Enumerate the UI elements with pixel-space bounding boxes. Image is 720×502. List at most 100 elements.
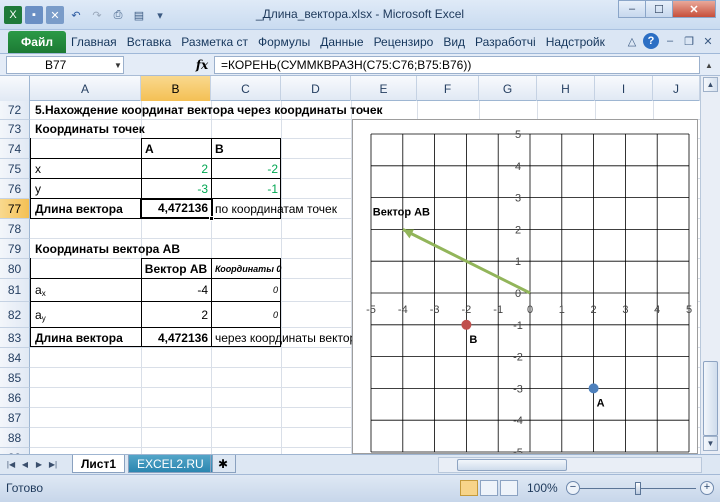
tab-file[interactable]: Файл — [8, 31, 66, 53]
row-header[interactable]: 85 — [0, 368, 30, 388]
vertical-scrollbar[interactable]: ▲ ▼ — [700, 76, 720, 454]
table-border — [30, 327, 281, 328]
scroll-down-icon[interactable]: ▼ — [703, 436, 718, 451]
row-header[interactable]: 72 — [0, 101, 30, 120]
close-button[interactable]: ✕ — [672, 0, 716, 18]
collapse-ribbon-icon[interactable]: △ — [624, 33, 640, 49]
tab-review[interactable]: Рецензиро — [369, 31, 439, 53]
horizontal-scrollbar[interactable] — [438, 457, 702, 473]
maximize-button[interactable]: ☐ — [645, 0, 673, 18]
horizontal-scroll-thumb[interactable] — [457, 459, 567, 471]
zoom-out-icon[interactable]: − — [566, 481, 580, 495]
minimize-workbook-icon[interactable]: – — [662, 33, 678, 49]
cell-a83[interactable]: Длина вектора — [32, 329, 126, 348]
close-workbook-window-icon[interactable]: ✕ — [700, 33, 716, 49]
row-header[interactable]: 87 — [0, 408, 30, 428]
row-header[interactable]: 77 — [0, 199, 30, 219]
cell-b75[interactable]: 2 — [141, 160, 211, 179]
cell-c76[interactable]: -1 — [211, 180, 281, 199]
tab-formulas[interactable]: Формулы — [253, 31, 315, 53]
name-box-dropdown-icon[interactable]: ▼ — [112, 56, 124, 74]
column-header-i[interactable]: I — [595, 76, 653, 101]
cell-a82[interactable]: ay — [32, 306, 49, 325]
tab-home[interactable]: Главная — [66, 31, 122, 53]
row-header[interactable]: 84 — [0, 348, 30, 368]
cell-a76[interactable]: y — [32, 180, 44, 199]
row-header[interactable]: 73 — [0, 120, 30, 139]
column-header-h[interactable]: H — [537, 76, 595, 101]
row-header[interactable]: 75 — [0, 159, 30, 179]
zoom-slider-thumb[interactable] — [635, 482, 641, 495]
column-header-d[interactable]: D — [281, 76, 351, 101]
column-header-j[interactable]: J — [653, 76, 700, 101]
scroll-thumb[interactable] — [703, 361, 718, 436]
row-header[interactable]: 82 — [0, 302, 30, 328]
cell-b76[interactable]: -3 — [141, 180, 211, 199]
row-header[interactable]: 88 — [0, 428, 30, 448]
row-header[interactable]: 74 — [0, 139, 30, 159]
cell-a81[interactable]: ax — [32, 281, 49, 300]
cell-a77[interactable]: Длина вектора — [32, 200, 126, 219]
insert-function-button[interactable]: fx — [192, 56, 212, 74]
first-sheet-icon[interactable]: |◀ — [4, 457, 18, 472]
row-header[interactable]: 78 — [0, 219, 30, 239]
cell-a73[interactable]: Координаты точек — [32, 120, 148, 139]
zoom-in-icon[interactable]: + — [700, 481, 714, 495]
tab-view[interactable]: Вид — [438, 31, 470, 53]
cell-b81[interactable]: -4 — [141, 281, 211, 300]
new-sheet-icon[interactable]: ✱ — [210, 455, 236, 473]
column-header-e[interactable]: E — [351, 76, 417, 101]
cell-b74[interactable]: A — [142, 140, 157, 159]
formula-input[interactable]: =КОРЕНЬ(СУММКВРАЗН(C75:C76;B75:B76)) — [214, 56, 700, 74]
cell-c80[interactable]: Координаты 0 — [212, 260, 284, 279]
row-header[interactable]: 86 — [0, 388, 30, 408]
help-icon[interactable]: ? — [643, 33, 659, 49]
cell-a75[interactable]: x — [32, 160, 44, 179]
sheet-tab-excel2[interactable]: EXCEL2.RU — [128, 455, 213, 473]
last-sheet-icon[interactable]: ▶| — [46, 457, 60, 472]
cell-c82[interactable]: 0 — [211, 306, 281, 325]
normal-view-icon[interactable] — [460, 480, 478, 496]
zoom-level[interactable]: 100% — [527, 481, 558, 495]
row-header[interactable]: 83 — [0, 328, 30, 348]
cell-c81[interactable]: 0 — [211, 281, 281, 300]
tab-insert[interactable]: Вставка — [122, 31, 177, 53]
page-break-view-icon[interactable] — [500, 480, 518, 496]
row-header[interactable]: 80 — [0, 259, 30, 279]
cell-c83[interactable]: через координаты вектора — [212, 329, 352, 348]
tab-page-layout[interactable]: Разметка ст — [176, 31, 253, 53]
cell-b83[interactable]: 4,472136 — [141, 329, 211, 348]
cell-c74[interactable]: B — [212, 140, 227, 159]
name-box[interactable]: B77 — [6, 56, 124, 74]
tab-data[interactable]: Данные — [315, 31, 368, 53]
minimize-button[interactable]: – — [618, 0, 646, 18]
sheet-tab-list1[interactable]: Лист1 — [72, 455, 126, 473]
scatter-chart[interactable]: -5 -4 -3 -2 -1 0 1 2 3 4 5 5 4 3 2 1 0 -1 -2 -3 -4 -5 Вектор A… — [352, 119, 698, 459]
select-all-corner[interactable] — [0, 76, 30, 101]
page-layout-view-icon[interactable] — [480, 480, 498, 496]
column-header-a[interactable]: A — [30, 76, 141, 101]
row-header[interactable]: 76 — [0, 179, 30, 199]
next-sheet-icon[interactable]: ▶ — [32, 457, 46, 472]
tab-developer[interactable]: Разработчі — [470, 31, 541, 53]
prev-sheet-icon[interactable]: ◀ — [18, 457, 32, 472]
cell-b80[interactable]: Вектор AB — [141, 260, 211, 279]
row-header[interactable]: 81 — [0, 279, 30, 302]
column-header-f[interactable]: F — [417, 76, 479, 101]
column-header-g[interactable]: G — [479, 76, 537, 101]
cell-b77-selected[interactable]: 4,472136 — [140, 198, 213, 219]
row-header[interactable]: 79 — [0, 239, 30, 259]
expand-formula-bar-icon[interactable]: ▲ — [702, 58, 716, 72]
cell-a72[interactable]: 5.Нахождение координат вектора через коо… — [32, 101, 386, 120]
tab-addins[interactable]: Надстройк — [541, 31, 610, 53]
restore-workbook-icon[interactable]: ❐ — [681, 33, 697, 49]
chart-x-tick-label: 3 — [622, 304, 628, 316]
column-header-c[interactable]: C — [211, 76, 281, 101]
formula-bar: B77 ▼ fx =КОРЕНЬ(СУММКВРАЗН(C75:C76;B75:… — [0, 54, 720, 76]
cell-b82[interactable]: 2 — [141, 306, 211, 325]
cell-a79[interactable]: Координаты вектора AB — [32, 240, 183, 259]
cell-c77[interactable]: по координатам точек — [212, 200, 340, 219]
column-header-b[interactable]: B — [141, 76, 211, 101]
cell-c75[interactable]: -2 — [211, 160, 281, 179]
scroll-up-icon[interactable]: ▲ — [703, 77, 718, 92]
